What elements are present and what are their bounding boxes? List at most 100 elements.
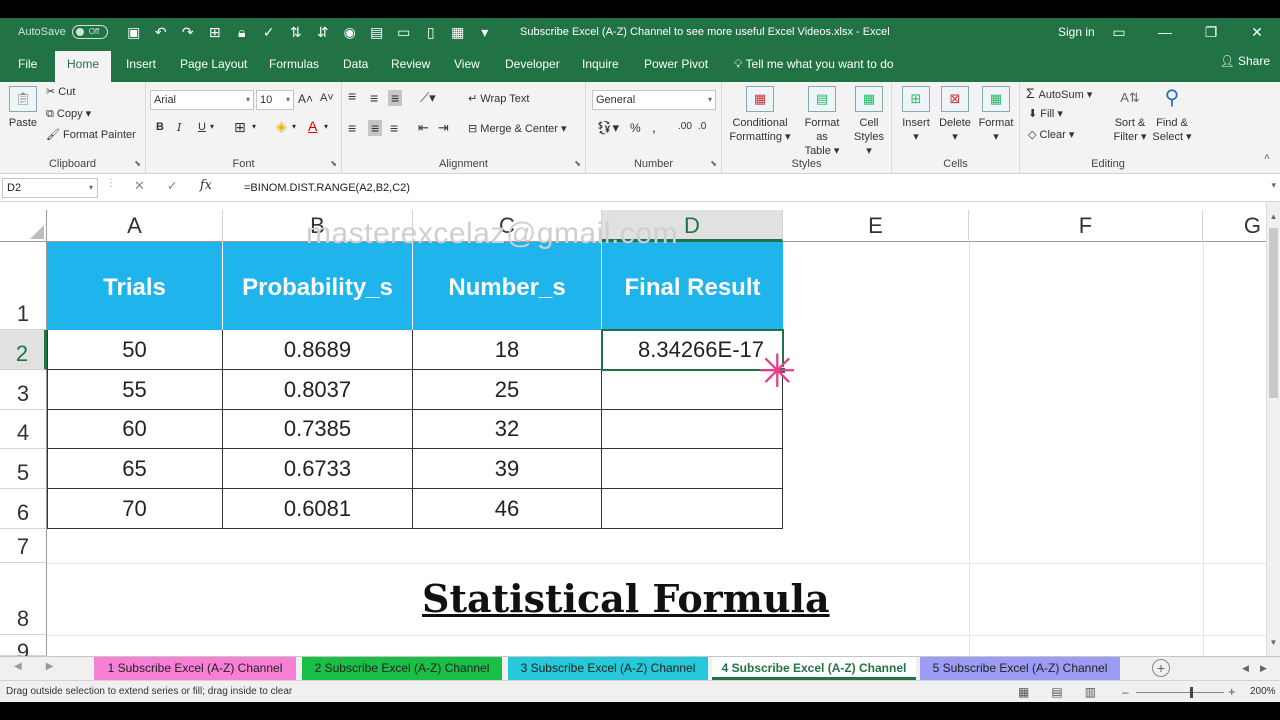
paste-button[interactable]: 📋︎ Paste	[6, 86, 40, 130]
cell-c6[interactable]: 46	[413, 489, 602, 529]
new-document-icon[interactable]: ▯	[423, 24, 439, 41]
prev-sheet-icon[interactable]: ◀	[14, 661, 22, 672]
fill-button[interactable]: ⬇ Fill ▾	[1028, 107, 1063, 120]
close-icon[interactable]: ✕	[1234, 18, 1280, 46]
font-color-dropdown-icon[interactable]: ▾	[324, 122, 328, 131]
collapse-ribbon-icon[interactable]: ˄	[1264, 152, 1270, 163]
header-cell-trials[interactable]: Trials	[47, 242, 223, 330]
cell-c5[interactable]: 39	[413, 449, 602, 489]
vertical-scroll-thumb[interactable]	[1269, 228, 1278, 398]
decrease-decimal-icon[interactable]: .0	[698, 121, 706, 132]
cell-a2[interactable]: 50	[47, 330, 223, 370]
tab-home[interactable]: Home	[55, 51, 112, 82]
scroll-up-icon[interactable]: ▲	[1267, 212, 1280, 221]
tab-developer[interactable]: Developer	[493, 46, 572, 82]
borders-icon[interactable]: ⊞	[234, 119, 246, 136]
font-size-select[interactable]: 10 ▾	[256, 90, 294, 110]
sheet-tab-5[interactable]: 5 Subscribe Excel (A-Z) Channel	[920, 657, 1120, 680]
print-preview-icon[interactable]: ▤	[369, 24, 385, 41]
number-format-select[interactable]: General ▾	[592, 90, 716, 110]
ribbon-display-icon[interactable]: ▭	[1096, 18, 1142, 46]
next-sheet-icon[interactable]: ▶	[46, 661, 54, 672]
tab-file[interactable]: File	[6, 46, 49, 82]
header-cell-final-result[interactable]: Final Result	[602, 242, 783, 330]
merge-center-button[interactable]: ⊟ Merge & Center ▾	[468, 122, 567, 135]
column-header-f[interactable]: F	[969, 210, 1203, 242]
autosum-button[interactable]: Σ AutoSum ▾	[1026, 85, 1092, 101]
customize-qat-icon[interactable]: ▾	[477, 24, 493, 41]
align-right-icon[interactable]: ≡	[390, 120, 398, 136]
increase-indent-icon[interactable]: ⇥	[438, 120, 449, 136]
sort-asc-icon[interactable]: ⇅	[288, 24, 304, 41]
name-box[interactable]: D2 ▾	[2, 178, 98, 198]
undo-icon[interactable]: ↶	[153, 24, 169, 41]
zoom-level[interactable]: 200%	[1250, 686, 1276, 697]
row-header-5[interactable]: 5	[0, 449, 47, 489]
formula-input[interactable]: =BINOM.DIST.RANGE(A2,B2,C2)	[244, 178, 410, 198]
align-bottom-icon[interactable]: ≡	[388, 90, 403, 106]
wrap-text-button[interactable]: ↵ Wrap Text	[468, 92, 529, 105]
tab-review[interactable]: Review	[379, 46, 442, 82]
cell-d4[interactable]	[602, 410, 783, 449]
open-folder-icon[interactable]: ▭	[396, 24, 412, 41]
cell-d5[interactable]	[602, 449, 783, 489]
sheet-tab-3[interactable]: 3 Subscribe Excel (A-Z) Channel	[508, 657, 708, 680]
scroll-right-icon[interactable]: ▶	[1260, 663, 1267, 674]
tab-data[interactable]: Data	[331, 46, 380, 82]
cancel-entry-icon[interactable]: ✕	[134, 178, 145, 194]
sheet-tab-4[interactable]: 4 Subscribe Excel (A-Z) Channel	[712, 657, 916, 680]
accounting-format-icon[interactable]: 💱︎▾	[596, 120, 619, 136]
sign-in-link[interactable]: Sign in	[1058, 18, 1095, 46]
cell-b5[interactable]: 0.6733	[223, 449, 413, 489]
row-header-8[interactable]: 8	[0, 563, 47, 635]
row-header-4[interactable]: 4	[0, 410, 47, 449]
fill-color-icon[interactable]: ◈	[276, 118, 287, 135]
clipboard-launcher-icon[interactable]: ⬊	[134, 159, 141, 168]
alignment-launcher-icon[interactable]: ⬊	[574, 159, 581, 168]
tab-view[interactable]: View	[442, 46, 492, 82]
page-break-view-icon[interactable]: ▥	[1085, 685, 1096, 699]
cell-b3[interactable]: 0.8037	[223, 370, 413, 410]
column-header-a[interactable]: A	[47, 210, 223, 242]
column-header-e[interactable]: E	[783, 210, 969, 242]
normal-view-icon[interactable]: ▦	[1018, 685, 1029, 699]
increase-decimal-icon[interactable]: .00	[678, 121, 692, 132]
sort-filter-button[interactable]: A⇅ Sort & Filter ▾	[1110, 86, 1150, 144]
zoom-out-icon[interactable]: –	[1122, 685, 1129, 699]
row-header-7[interactable]: 7	[0, 529, 47, 563]
shrink-font-icon[interactable]: A˅	[320, 92, 334, 104]
expand-formula-bar-icon[interactable]: ▾	[1271, 180, 1276, 191]
cell-styles-button[interactable]: ▦ Cell Styles ▾	[850, 86, 888, 158]
format-painter-button[interactable]: 🖌︎ Format Painter	[46, 128, 136, 141]
clear-button[interactable]: ◇ Clear ▾	[1028, 128, 1074, 141]
share-button[interactable]: 👤︎ Share	[1219, 54, 1270, 68]
vertical-scrollbar[interactable]: ▲ ▼	[1266, 202, 1280, 656]
cut-button[interactable]: ✂ Cut	[46, 85, 75, 98]
align-center-icon[interactable]: ≡	[368, 120, 383, 136]
form-icon[interactable]: ▦	[450, 24, 466, 41]
format-as-table-button[interactable]: ▤ Format as Table ▾	[798, 86, 846, 158]
decrease-indent-icon[interactable]: ⇤	[418, 120, 429, 136]
italic-button[interactable]: I	[177, 121, 181, 134]
scroll-left-icon[interactable]: ◀	[1242, 663, 1249, 674]
tell-me-search[interactable]: 💡︎ Tell me what you want to do	[722, 46, 906, 82]
autosave-toggle[interactable]: AutoSave Off	[18, 25, 108, 39]
cell-b2[interactable]: 0.8689	[223, 330, 413, 370]
minimize-icon[interactable]: —	[1142, 18, 1188, 46]
zoom-slider-thumb[interactable]	[1190, 687, 1193, 698]
fill-color-dropdown-icon[interactable]: ▾	[292, 122, 296, 131]
row-header-2[interactable]: 2	[0, 330, 47, 370]
sort-desc-icon[interactable]: ⇵	[315, 24, 331, 41]
format-cells-button[interactable]: ▦ Format ▾	[976, 86, 1016, 144]
font-launcher-icon[interactable]: ⬊	[330, 159, 337, 168]
align-middle-icon[interactable]: ≡	[370, 90, 378, 106]
cell-a4[interactable]: 60	[47, 410, 223, 449]
header-cell-probability[interactable]: Probability_s	[223, 242, 413, 330]
row-header-9[interactable]: 9	[0, 635, 47, 656]
comma-button[interactable]: ,	[652, 119, 656, 135]
zoom-in-icon[interactable]: +	[1228, 684, 1236, 699]
cell-b6[interactable]: 0.6081	[223, 489, 413, 529]
page-layout-view-icon[interactable]: ▤	[1051, 685, 1062, 699]
bold-button[interactable]: B	[156, 121, 164, 133]
zoom-slider[interactable]	[1136, 692, 1224, 693]
